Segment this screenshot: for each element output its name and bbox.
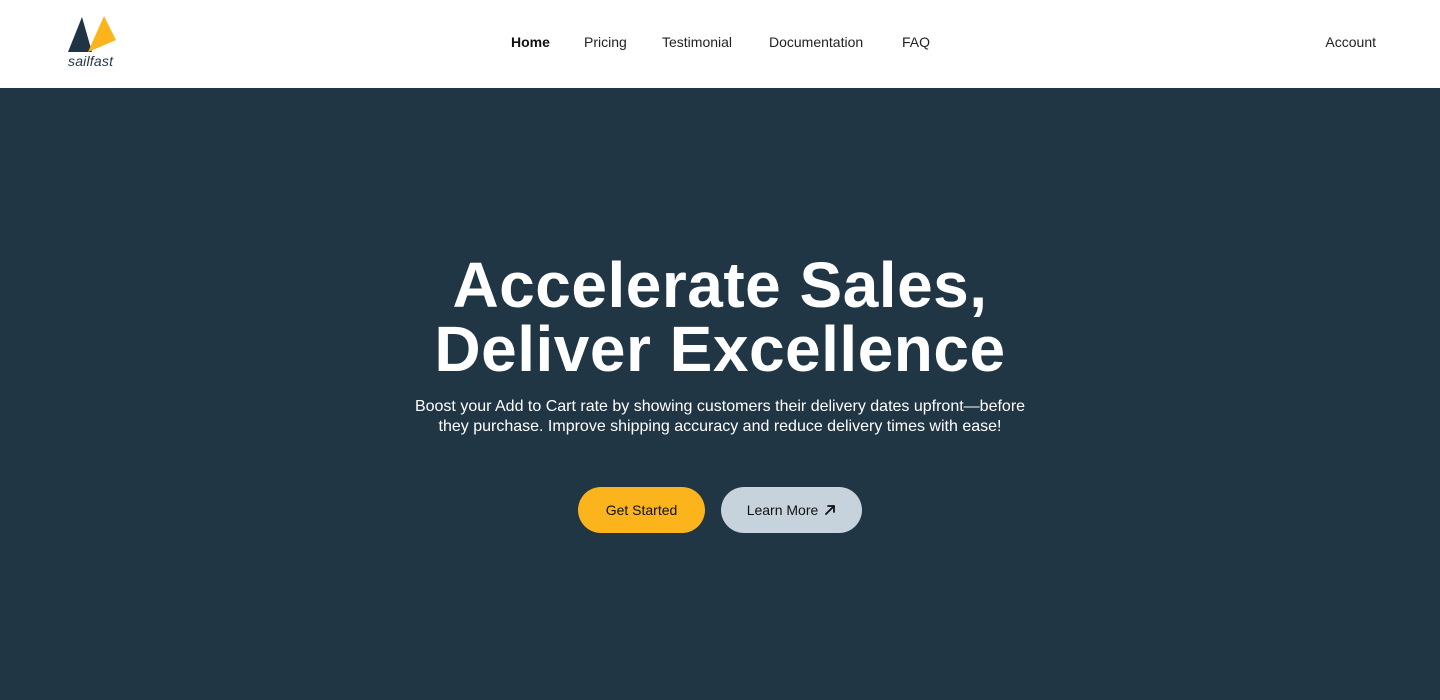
account-link[interactable]: Account xyxy=(1325,34,1376,50)
get-started-button[interactable]: Get Started xyxy=(578,487,705,533)
get-started-label: Get Started xyxy=(605,502,678,518)
hero-title-line-2: Deliver Excellence xyxy=(434,313,1006,385)
hero-section: Accelerate Sales, Deliver Excellence Boo… xyxy=(0,88,1440,700)
learn-more-label: Learn More xyxy=(746,502,819,518)
hero-subtitle: Boost your Add to Cart rate by showing c… xyxy=(414,398,1026,435)
nav-item-pricing[interactable]: Pricing xyxy=(584,34,627,50)
learn-more-button[interactable]: Learn More xyxy=(721,487,862,533)
arrow-up-right-icon xyxy=(825,505,836,515)
nav-item-home[interactable]: Home xyxy=(511,34,550,50)
hero-title: Accelerate Sales, Deliver Excellence xyxy=(0,253,1440,381)
hero-title-line-1: Accelerate Sales, xyxy=(452,249,988,321)
nav-item-faq[interactable]: FAQ xyxy=(902,34,930,50)
nav-item-documentation[interactable]: Documentation xyxy=(769,34,863,50)
main-nav: Home Pricing Testimonial Documentation F… xyxy=(0,34,1440,54)
brand-name: sailfast xyxy=(68,53,114,69)
site-header: sailfast Home Pricing Testimonial Docume… xyxy=(0,0,1440,88)
nav-item-testimonial[interactable]: Testimonial xyxy=(662,34,732,50)
